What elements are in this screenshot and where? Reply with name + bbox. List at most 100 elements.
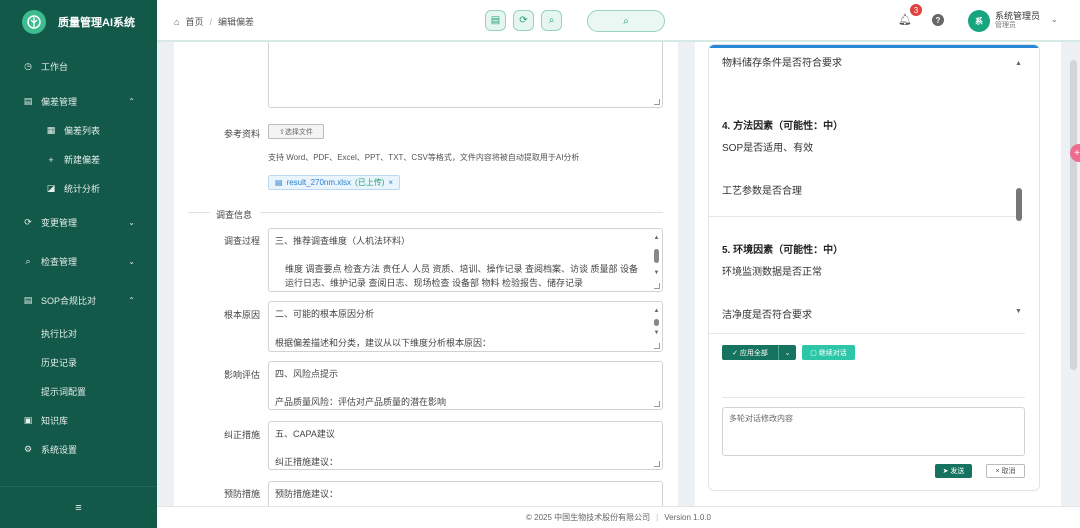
sidebar-item-label: 统计分析	[64, 184, 101, 194]
gear-icon: ⚙	[23, 444, 33, 454]
plus-icon: +	[48, 154, 54, 165]
notification-badge: 3	[910, 4, 922, 16]
sidebar-item-deviation[interactable]: ▤ 偏差管理 ⌃	[0, 87, 157, 116]
refresh-button[interactable]: ⟳	[513, 10, 534, 31]
collapse-button[interactable]: ≡	[0, 486, 157, 528]
bell-icon[interactable]: 🔔︎	[898, 13, 912, 26]
footer-separator: |	[656, 513, 659, 522]
resize-handle[interactable]	[654, 99, 660, 105]
resize-handle[interactable]	[654, 401, 660, 407]
close-icon: ×	[995, 467, 1000, 475]
preventive-textarea[interactable]: 预防措施建议：	[268, 481, 663, 506]
uploaded-file-tag[interactable]: ▤ result_270nm.xlsx (已上传) ×	[268, 175, 401, 190]
chat-icon: ▢	[810, 349, 817, 357]
chevron-down-icon: ⌄	[128, 218, 135, 227]
breadcrumb: ⌂ 首页 / 编辑偏差	[174, 15, 254, 28]
ai-suggestion-content[interactable]: 物料储存条件是否符合要求 4. 方法因素（可能性：中） SOP是否适用、有效 工…	[709, 49, 1023, 331]
text-line: 二、可能的根本原因分析	[275, 309, 375, 319]
breadcrumb-current: 编辑偏差	[217, 17, 254, 27]
document-button[interactable]: ▤	[485, 10, 506, 31]
ai-heading: 4. 方法因素（可能性：中）	[722, 121, 844, 132]
corrective-textarea[interactable]: 五、CAPA建议 纠正措施建议：	[268, 421, 663, 470]
version: Version 1.0.0	[664, 513, 711, 522]
sidebar-item-label: 检查管理	[41, 257, 78, 267]
list-icon: ▦	[46, 125, 56, 135]
scrollbar[interactable]: ▲ ▼	[652, 231, 661, 281]
text-line: 四、风险点提示	[275, 369, 339, 379]
nav-menu: ◷ 工作台 ▤ 偏差管理 ⌃ ▦ 偏差列表 + 新建偏差 ◪ 统计分析 ⟳ 变更…	[0, 52, 157, 464]
sidebar-item-statistics[interactable]: ◪ 统计分析	[0, 174, 157, 203]
user-role: 管理员	[995, 22, 1016, 29]
avatar[interactable]: 系	[968, 10, 990, 32]
investigation-textarea[interactable]: 三、推荐调查维度（人机法环料） 维度 调查要点 检查方法 责任人 人员 资质、培…	[268, 228, 663, 292]
ai-scrollbar[interactable]: ▲ ▼	[1014, 60, 1024, 320]
document-icon: ▤	[23, 295, 33, 305]
send-button[interactable]: ➤ 发送	[935, 464, 972, 478]
close-icon[interactable]: ×	[388, 178, 393, 187]
text-line: 产品质量风险：评估对产品质量的潜在影响	[275, 397, 447, 407]
sidebar-item-execute-compare[interactable]: 执行比对	[0, 319, 157, 348]
chevron-down-icon[interactable]: ⌄	[1051, 15, 1058, 24]
document-icon: ▤	[23, 96, 33, 106]
text-line: 维度 调查要点 检查方法 责任人 人员 资质、培训、操作记录 查阅档案、访谈 质…	[285, 264, 639, 288]
choose-file-button[interactable]: ⇧选择文件	[268, 124, 324, 139]
root-cause-textarea[interactable]: 二、可能的根本原因分析 根据偏差描述和分类，建议从以下维度分析根本原因： ▲ ▼	[268, 301, 663, 352]
sidebar-item-sop[interactable]: ▤ SOP合规比对 ⌃	[0, 286, 157, 315]
text-line: 根据偏差描述和分类，建议从以下维度分析根本原因：	[275, 338, 492, 348]
sidebar-item-history[interactable]: 历史记录	[0, 348, 157, 377]
global-search[interactable]: ⌕	[587, 10, 665, 32]
resize-handle[interactable]	[654, 283, 660, 289]
sidebar-item-change[interactable]: ⟳ 变更管理 ⌄	[0, 208, 157, 237]
divider	[709, 216, 1023, 217]
search-icon: ⌕	[25, 256, 31, 266]
divider	[260, 212, 663, 213]
sidebar-item-new-deviation[interactable]: + 新建偏差	[0, 145, 157, 174]
sidebar-item-deviation-list[interactable]: ▦ 偏差列表	[0, 116, 157, 145]
resize-handle[interactable]	[654, 343, 660, 349]
section-title: 调查信息	[216, 210, 253, 220]
sidebar-item-label: 新建偏差	[64, 155, 101, 165]
continue-chat-button[interactable]: ▢ 继续对话	[802, 345, 855, 360]
sidebar-item-label: 提示词配置	[41, 387, 87, 397]
chat-input-placeholder: 多轮对话修改内容	[729, 414, 793, 423]
chat-input[interactable]: 多轮对话修改内容	[722, 407, 1025, 456]
apply-all-button[interactable]: ✓ 应用全部 ⌄	[722, 345, 796, 360]
field-label: 调查过程	[223, 236, 260, 246]
scroll-up-icon[interactable]: ▲	[1015, 60, 1022, 67]
text-line: 预防措施建议：	[275, 489, 339, 499]
sidebar-item-settings[interactable]: ⚙ 系统设置	[0, 435, 157, 464]
ai-text: 洁净度是否符合要求	[722, 310, 812, 321]
sidebar-item-prompt-config[interactable]: 提示词配置	[0, 377, 157, 406]
user-menu[interactable]: 系统管理员 管理员	[995, 11, 1040, 31]
header: ⌂ 首页 / 编辑偏差 ▤ ⟳ ⌕ ⌕ 🔔︎ 3 ? 系 系统管理员 管理员 ⌄	[157, 0, 1080, 42]
breadcrumb-home[interactable]: 首页	[185, 15, 203, 28]
continue-chat-label: 继续对话	[818, 349, 847, 357]
text-line: 五、CAPA建议	[275, 429, 335, 439]
search-button[interactable]: ⌕	[541, 10, 562, 31]
home-icon: ⌂	[174, 16, 180, 27]
cancel-label: 取消	[1001, 468, 1016, 475]
menu-icon: ≡	[75, 501, 82, 514]
description-textarea[interactable]	[268, 42, 663, 108]
resize-handle[interactable]	[654, 461, 660, 467]
sidebar-item-inspection[interactable]: ⌕ 检查管理 ⌄	[0, 247, 157, 276]
scroll-down-icon[interactable]: ▼	[1015, 308, 1022, 315]
scrollbar[interactable]: ▲ ▼	[652, 304, 661, 341]
sidebar-item-label: 工作台	[41, 62, 69, 72]
text-line: 三、推荐调查维度（人机法环料）	[275, 236, 411, 246]
impact-textarea[interactable]: 四、风险点提示 产品质量风险：评估对产品质量的潜在影响	[268, 361, 663, 410]
page-scrollbar[interactable]	[1070, 60, 1077, 370]
field-label: 影响评估	[223, 370, 260, 380]
help-icon[interactable]: ?	[932, 14, 944, 26]
file-status: (已上传)	[355, 178, 385, 187]
divider	[709, 333, 1025, 334]
sidebar-item-knowledge[interactable]: ▣ 知识库	[0, 406, 157, 435]
chevron-down-icon[interactable]: ⌄	[778, 345, 796, 360]
sidebar-item-dashboard[interactable]: ◷ 工作台	[0, 52, 157, 81]
breadcrumb-separator: /	[209, 16, 212, 27]
chevron-up-icon: ⌃	[128, 97, 135, 106]
sidebar-item-label: 偏差列表	[64, 126, 101, 136]
cancel-button[interactable]: × 取消	[986, 464, 1025, 478]
sidebar-item-label: SOP合规比对	[41, 296, 97, 306]
scroll-thumb[interactable]	[1016, 188, 1022, 221]
